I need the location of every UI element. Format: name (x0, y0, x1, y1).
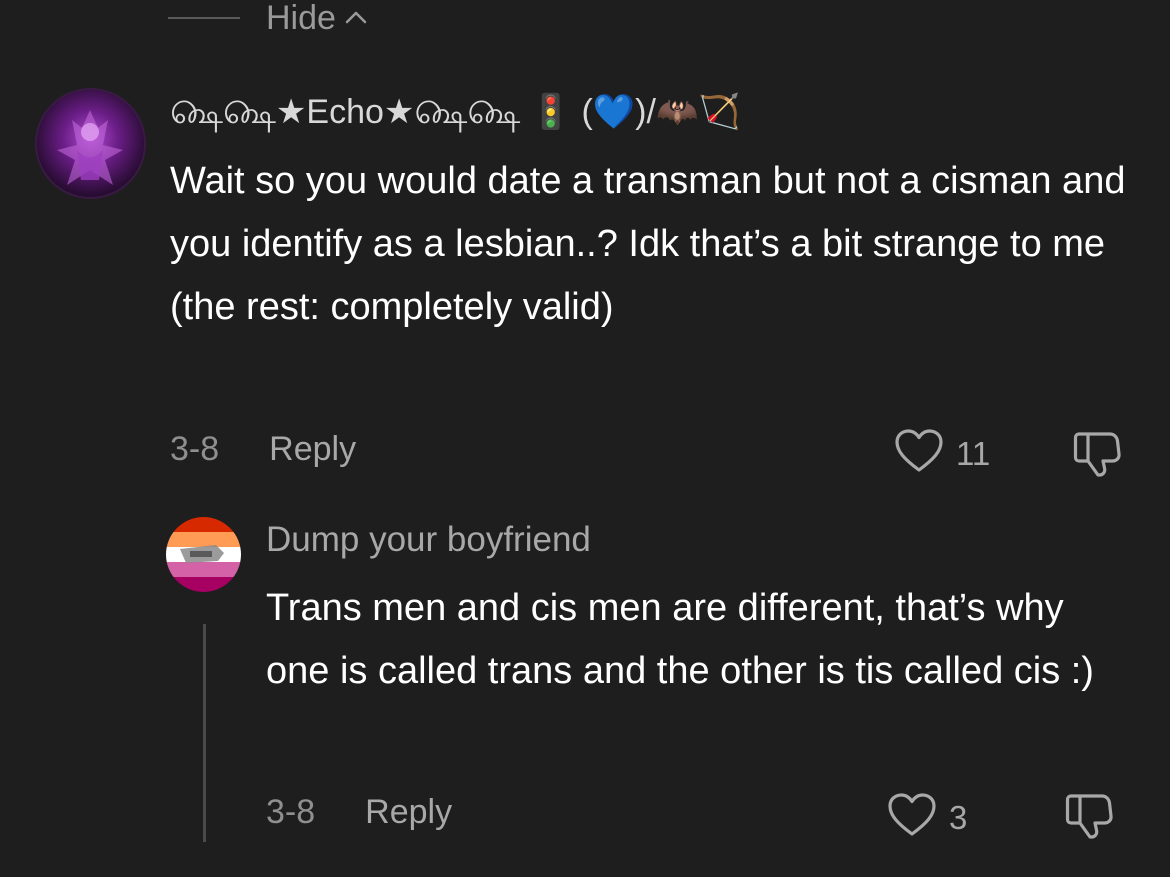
comment-text: Wait so you would date a transman but no… (170, 160, 1126, 328)
dislike-icon (1071, 432, 1123, 482)
heart-icon (894, 428, 944, 479)
hide-replies-toggle[interactable]: Hide (168, 0, 368, 37)
comment-username[interactable]: Dump your boyfriend (266, 520, 591, 560)
reply-button[interactable]: Reply (365, 793, 452, 832)
avatar[interactable] (37, 90, 144, 197)
divider (168, 17, 240, 19)
comment-text: Trans men and cis men are different, tha… (266, 587, 1094, 692)
dislike-icon (1063, 794, 1115, 844)
like-button[interactable]: 3 (887, 792, 967, 843)
dislike-button[interactable] (1063, 792, 1115, 845)
like-count: 3 (949, 798, 968, 836)
comment-date: 3-8 (266, 793, 316, 831)
comment-date: 3-8 (170, 430, 220, 468)
dislike-button[interactable] (1071, 430, 1123, 483)
comment-username[interactable]: ௸௸★Echo★௸௸ 🚦 (💙)/🦇🏹 (170, 92, 741, 136)
comment-meta: 3-8 Reply (170, 430, 356, 469)
reply-button[interactable]: Reply (269, 430, 356, 469)
heart-icon (887, 792, 937, 843)
chevron-up-icon (344, 9, 368, 30)
thread-line (203, 624, 206, 842)
avatar[interactable] (166, 517, 241, 592)
like-count: 11 (956, 434, 991, 472)
like-button[interactable]: 11 (894, 428, 990, 479)
hide-label: Hide (266, 0, 336, 37)
comment-meta: 3-8 Reply (266, 793, 452, 832)
